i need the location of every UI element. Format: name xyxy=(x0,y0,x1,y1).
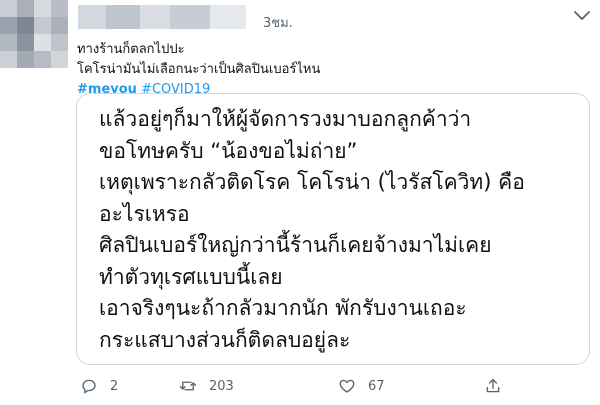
tweet-image[interactable]: แล้วอยู่ๆก็มาให้ผู้จัดการวงมาบอกลูกค้าว่… xyxy=(76,93,590,365)
heart-icon xyxy=(339,379,355,393)
tweet-timestamp[interactable]: 3ชม. xyxy=(263,12,293,33)
tweet-text-line: โคโรน่ามันไม่เลือกนะว่าเป็นศิลปินเบอร์ไห… xyxy=(77,62,321,77)
reply-icon xyxy=(82,379,96,394)
image-text-line: อะไรเหรอ xyxy=(99,201,190,226)
more-icon[interactable] xyxy=(570,8,594,24)
tweet-text-line: ทางร้านก็ตลกไปปะ xyxy=(77,42,185,57)
share-button[interactable] xyxy=(484,372,502,400)
image-text-line: ศิลปินเบอร์ใหญ่กว่านี้ร้านก็เคยจ้างมาไม่… xyxy=(99,233,492,257)
tweet-text: ทางร้านก็ตลกไปปะ โคโรน่ามันไม่เลือกนะว่า… xyxy=(77,40,320,100)
action-bar: 2 203 67 xyxy=(0,372,600,400)
retweet-button[interactable]: 203 xyxy=(179,372,234,400)
image-text: แล้วอยู่ๆก็มาให้ผู้จัดการวงมาบอกลูกค้าว่… xyxy=(99,104,525,356)
image-text-line: กระแสบางส่วนก็ติดลบอยู่ละ xyxy=(99,327,351,352)
share-icon xyxy=(486,378,500,393)
tweet: 3ชม. ทางร้านก็ตลกไปปะ โคโรน่ามันไม่เลือก… xyxy=(0,0,600,405)
like-count: 67 xyxy=(368,378,385,394)
user-name-redacted[interactable] xyxy=(78,5,246,29)
image-text-line: เหตุเพราะกลัวติดโรค โคโรน่า (ไวรัสโควิท)… xyxy=(99,170,525,194)
image-text-line: แล้วอยู่ๆก็มาให้ผู้จัดการวงมาบอกลูกค้าว่… xyxy=(99,107,472,131)
image-text-line: เอาจริงๆนะถ้ากลัวมากนัก พักรับงานเถอะ xyxy=(99,296,467,320)
retweet-icon xyxy=(179,381,197,391)
avatar[interactable] xyxy=(0,0,68,68)
like-button[interactable]: 67 xyxy=(338,372,385,400)
image-text-line: ขอโทษครับ “น้องขอไม่ถ่าย” xyxy=(99,138,358,163)
retweet-count: 203 xyxy=(209,378,234,394)
reply-count: 2 xyxy=(110,378,119,394)
reply-button[interactable]: 2 xyxy=(80,372,118,400)
image-text-line: ทำตัวทุเรศแบบนี้เลย xyxy=(99,264,283,289)
